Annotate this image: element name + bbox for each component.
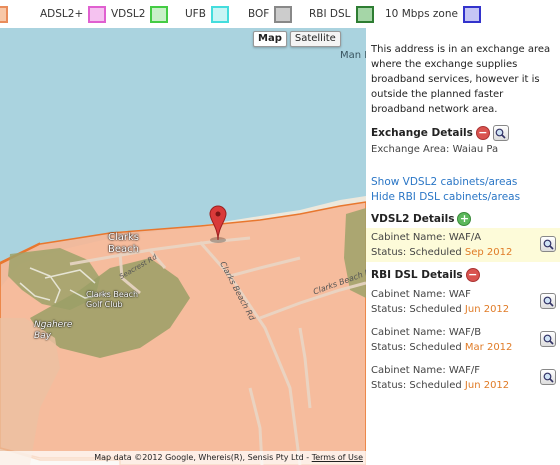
details-panel: This address is in an exchange area wher… — [366, 28, 560, 465]
legend-label: RBI DSL — [309, 8, 351, 20]
map-label-place: Clarks Beach — [108, 232, 140, 255]
exchange-details-heading: Exchange Details − — [371, 125, 560, 141]
rbi-details-heading: RBI DSL Details − — [371, 268, 560, 282]
legend-swatch-bof — [274, 5, 293, 23]
legend-item-rbi-dsl: RBI DSL — [309, 5, 374, 23]
map-type-toggle: Map Satellite — [253, 31, 341, 47]
legend-item-adsl2: ADSL2+ — [40, 5, 107, 23]
cabinet-row: Cabinet Name: WAF Status: Scheduled Jun … — [371, 285, 560, 319]
cabinet-row: Cabinet Name: WAF/F Status: Scheduled Ju… — [371, 361, 560, 395]
legend-label: ADSL2+ — [40, 8, 84, 20]
exchange-area: Exchange Area: Waiau Pa — [371, 143, 560, 157]
legend-label: VDSL2 — [111, 8, 146, 20]
map-graphic — [0, 28, 366, 465]
zoom-search-icon[interactable] — [540, 369, 556, 385]
legend-label: 10 Mbps zone — [385, 8, 458, 20]
legend-swatch-rbi-dsl — [355, 5, 374, 23]
zoom-search-icon[interactable] — [540, 236, 556, 252]
map-view-button[interactable]: Map — [253, 31, 287, 47]
legend-swatch-adsl2 — [88, 5, 107, 23]
legend-swatch-vdsl2 — [150, 5, 169, 23]
legend-label: BOF — [248, 8, 270, 20]
terms-of-use-link[interactable]: Terms of Use — [312, 453, 363, 462]
exchange-area-value: Waiau Pa — [452, 144, 499, 155]
exchange-details-title: Exchange Details — [371, 127, 473, 139]
zoom-search-icon[interactable] — [540, 293, 556, 309]
map-legend: ADSL2+ VDSL2 UFB BOF RBI DSL 10 Mbps zon… — [0, 0, 560, 28]
hide-rbi-link[interactable]: Hide RBI DSL cabinets/areas — [371, 190, 560, 205]
map-label-golf: Clarks Beach Golf Club — [86, 290, 139, 309]
zoom-search-icon[interactable] — [540, 331, 556, 347]
cabinet-name: Cabinet Name: WAF/B — [371, 327, 482, 338]
legend-swatch-ufb — [210, 5, 229, 23]
cabinet-name: Cabinet Name: WAF/A — [371, 232, 482, 243]
legend-item-vdsl2: VDSL2 — [111, 5, 169, 23]
collapse-icon[interactable]: − — [475, 126, 490, 140]
exchange-area-label: Exchange Area: — [371, 144, 450, 155]
map-canvas[interactable]: Map Satellite Man Har Clarks Beach Clark… — [0, 28, 366, 465]
legend-item-exchange — [0, 5, 8, 23]
satellite-view-button[interactable]: Satellite — [289, 31, 341, 47]
show-vdsl2-link[interactable]: Show VDSL2 cabinets/areas — [371, 175, 560, 190]
legend-item-bof: BOF — [248, 5, 293, 23]
collapse-icon[interactable]: − — [465, 268, 480, 282]
zoom-search-icon[interactable] — [492, 125, 509, 141]
map-label-bay: Ngahere Bay — [34, 320, 73, 341]
cabinet-name: Cabinet Name: WAF — [371, 289, 471, 300]
legend-label: UFB — [185, 8, 206, 20]
legend-item-10mbps: 10 Mbps zone — [385, 5, 481, 23]
map-label-corner: Man Har — [340, 50, 366, 61]
cabinet-status: Status: Scheduled Sep 2012 — [371, 247, 513, 258]
cabinet-status: Status: Scheduled Jun 2012 — [371, 380, 510, 391]
vdsl2-details-title: VDSL2 Details — [371, 213, 455, 225]
cabinet-row: Cabinet Name: WAF/B Status: Scheduled Ma… — [371, 323, 560, 357]
legend-swatch-10mbps — [462, 5, 481, 23]
expand-icon[interactable]: + — [457, 212, 472, 226]
rbi-details-title: RBI DSL Details — [371, 269, 463, 281]
attribution-text: Map data ©2012 Google, Whereis(R), Sensi… — [94, 453, 304, 462]
cabinet-row: Cabinet Name: WAF/A Status: Scheduled Se… — [366, 228, 560, 262]
legend-swatch-exchange — [0, 5, 8, 23]
legend-item-ufb: UFB — [185, 5, 229, 23]
cabinet-status: Status: Scheduled Jun 2012 — [371, 304, 510, 315]
vdsl2-details-heading: VDSL2 Details + — [371, 212, 560, 226]
cabinet-status: Status: Scheduled Mar 2012 — [371, 342, 513, 353]
map-attribution: Map data ©2012 Google, Whereis(R), Sensi… — [0, 451, 366, 465]
cabinet-name: Cabinet Name: WAF/F — [371, 365, 480, 376]
address-summary: This address is in an exchange area wher… — [371, 44, 551, 115]
